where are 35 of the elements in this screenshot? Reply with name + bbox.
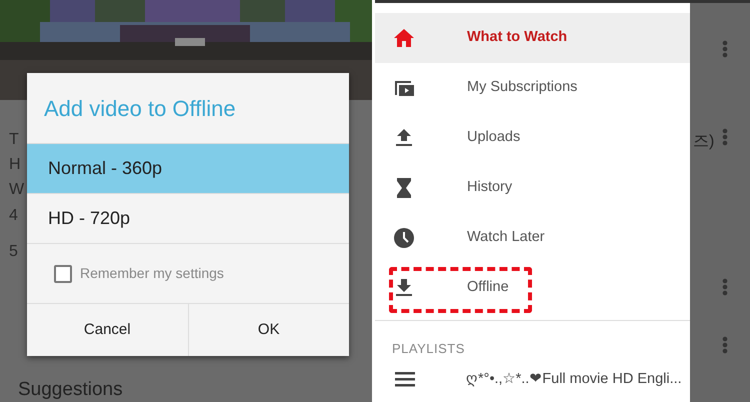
cancel-button[interactable]: Cancel (27, 304, 188, 356)
title-text: H (9, 155, 21, 175)
drawer-item[interactable]: History (375, 163, 690, 213)
item-label: History (467, 178, 512, 198)
checkbox-label: Remember my settings (80, 264, 224, 283)
drawer-item[interactable]: Uploads (375, 113, 690, 163)
quality-option[interactable]: HD - 720p (27, 193, 349, 243)
quality-option[interactable]: Normal - 360p (27, 143, 349, 193)
title-text: T (9, 130, 19, 150)
section-heading: PLAYLISTS (391, 340, 466, 358)
playlist-item[interactable]: ღ*°•.,☆*..❤Full movie HD Engli... (466, 368, 682, 390)
more-icon (722, 40, 728, 58)
title-text: W (9, 180, 24, 200)
item-label: Offline (467, 278, 509, 298)
item-label: Watch Later (467, 228, 545, 248)
item-label: My Subscriptions (467, 78, 578, 98)
drawer-item[interactable]: Watch Later (375, 213, 690, 263)
title-text: 4 (9, 206, 18, 226)
clock-icon (392, 226, 416, 250)
title-text: 5 (9, 242, 18, 262)
home-icon (392, 26, 416, 50)
item-label: What to Watch (467, 28, 568, 48)
more-icon (722, 278, 728, 296)
drawer-item[interactable]: My Subscriptions (375, 63, 690, 113)
dialog-title: Add video to Offline (43, 94, 237, 122)
drawer-item[interactable]: Offline (375, 263, 690, 313)
more-icon (722, 128, 728, 146)
list-icon (395, 372, 415, 387)
more-icon (722, 336, 728, 354)
ok-button[interactable]: OK (188, 304, 349, 356)
checkbox[interactable] (54, 264, 72, 282)
title-text: 즈) (693, 132, 714, 152)
section-heading: Suggestions (18, 378, 123, 402)
item-label: Uploads (467, 128, 520, 148)
drawer-item[interactable]: What to Watch (375, 13, 690, 63)
